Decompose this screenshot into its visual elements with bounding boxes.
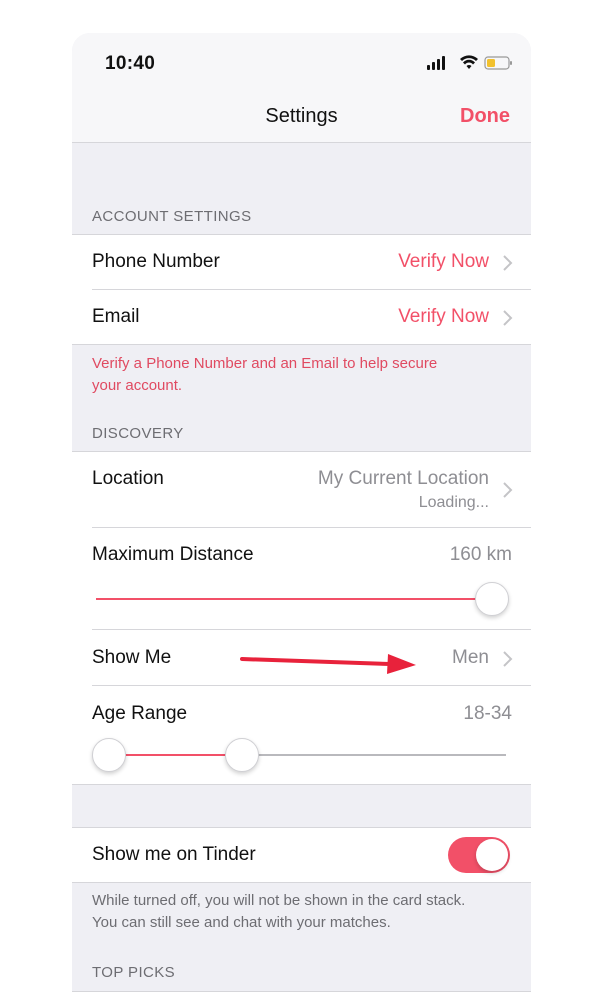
battery-icon xyxy=(484,56,512,70)
signal-icon xyxy=(427,56,445,70)
wifi-icon xyxy=(460,55,478,69)
distance-slider-knob[interactable] xyxy=(475,582,509,616)
age-min-knob[interactable] xyxy=(92,738,126,772)
phone-verify-link[interactable]: Verify Now xyxy=(398,251,489,273)
chevron-right-icon xyxy=(503,310,513,326)
email-label: Email xyxy=(92,306,140,327)
discovery-group: Location My Current Location Loading... … xyxy=(72,451,531,785)
annotation-arrow-icon xyxy=(240,654,416,674)
status-icons xyxy=(427,55,512,70)
max-distance-label: Maximum Distance xyxy=(92,544,254,565)
distance-slider-track[interactable] xyxy=(96,598,494,600)
settings-screen: 10:40 Settings Done ACCOUNT SETTINGS Pho… xyxy=(72,33,531,1003)
location-status: Loading... xyxy=(418,494,489,511)
location-row[interactable]: Location My Current Location Loading... xyxy=(92,452,531,528)
discovery-header: DISCOVERY xyxy=(92,425,184,442)
email-verify-link[interactable]: Verify Now xyxy=(398,306,489,328)
phone-number-label: Phone Number xyxy=(92,251,220,272)
max-distance-value: 160 km xyxy=(449,544,512,565)
show-on-tinder-note: While turned off, you will not be shown … xyxy=(92,890,512,934)
account-settings-header: ACCOUNT SETTINGS xyxy=(92,208,252,225)
location-label: Location xyxy=(92,468,164,489)
age-max-knob[interactable] xyxy=(225,738,259,772)
show-me-label: Show Me xyxy=(92,647,172,668)
top-picks-group xyxy=(72,991,531,1003)
status-time: 10:40 xyxy=(105,53,156,74)
chevron-right-icon xyxy=(503,482,513,498)
verify-note-line1: Verify a Phone Number and an Email to he… xyxy=(92,355,438,372)
show-on-tinder-note-line1: While turned off, you will not be shown … xyxy=(92,892,466,909)
max-distance-row: Maximum Distance 160 km xyxy=(92,528,531,630)
top-picks-header: TOP PICKS xyxy=(92,964,176,981)
account-settings-group: Phone Number Verify Now Email Verify Now xyxy=(72,234,531,345)
done-button[interactable]: Done xyxy=(460,105,510,128)
chevron-right-icon xyxy=(503,651,513,667)
age-range-row: Age Range 18-34 xyxy=(92,686,531,786)
show-on-tinder-toggle[interactable] xyxy=(448,837,510,873)
show-me-value: Men xyxy=(452,647,489,668)
show-on-tinder-label: Show me on Tinder xyxy=(92,844,256,865)
email-row[interactable]: Email Verify Now xyxy=(92,290,531,345)
age-slider-fill xyxy=(108,754,242,756)
age-range-value: 18-34 xyxy=(463,703,512,724)
show-on-tinder-row: Show me on Tinder xyxy=(92,828,531,883)
chevron-right-icon xyxy=(503,255,513,271)
show-on-tinder-note-line2: You can still see and chat with your mat… xyxy=(92,914,391,931)
navigation-bar: 10:40 Settings Done xyxy=(72,33,531,143)
phone-number-row[interactable]: Phone Number Verify Now xyxy=(92,235,531,290)
location-value: My Current Location xyxy=(317,468,489,489)
verify-note: Verify a Phone Number and an Email to he… xyxy=(92,353,512,397)
toggle-thumb xyxy=(476,839,508,871)
verify-note-line2: your account. xyxy=(92,377,183,394)
show-on-tinder-group: Show me on Tinder xyxy=(72,827,531,883)
age-range-label: Age Range xyxy=(92,703,188,724)
